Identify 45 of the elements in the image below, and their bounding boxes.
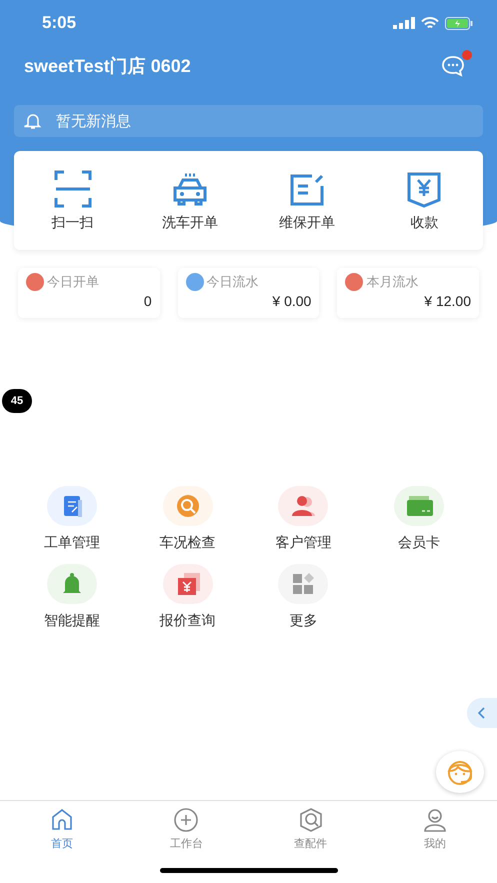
feature-label: 车况检查	[160, 534, 216, 552]
battery-icon	[445, 16, 473, 30]
bell-icon	[24, 112, 42, 130]
tab-item[interactable]: 工作台	[124, 801, 248, 851]
signal-icon	[393, 17, 415, 29]
quick-action[interactable]: 维保开单	[262, 170, 352, 232]
quick-action[interactable]: 收款	[379, 170, 470, 232]
store-title: sweetTest门店 0602	[24, 55, 191, 78]
support-button[interactable]	[436, 751, 484, 793]
feature-label: 报价查询	[160, 612, 216, 630]
feature-label: 客户管理	[275, 534, 332, 552]
message-icon[interactable]	[441, 55, 465, 77]
hexagon-search-icon	[298, 807, 324, 833]
count-badge[interactable]: 45	[2, 389, 32, 413]
feature-label: 智能提醒	[44, 612, 100, 630]
feature-item[interactable]: 客户管理	[246, 486, 362, 552]
feature-label: 工单管理	[44, 534, 100, 552]
scan-icon	[54, 170, 92, 208]
feature-item[interactable]: 车况检查	[130, 486, 246, 552]
status-time: 5:05	[42, 13, 76, 33]
person-icon	[422, 807, 448, 833]
stat-label: 今日流水	[206, 273, 259, 291]
feature-item[interactable]: 报价查询	[130, 564, 246, 630]
feature-label: 更多	[289, 612, 318, 630]
tab-item[interactable]: 我的	[372, 801, 497, 851]
side-tab[interactable]	[467, 698, 497, 728]
feature-item[interactable]: 智能提醒	[14, 564, 130, 630]
feature-item[interactable]: 工单管理	[14, 486, 130, 552]
feature-item[interactable]: 会员卡	[361, 486, 477, 552]
feature-label: 会员卡	[398, 534, 440, 552]
yuan-receipt-icon	[405, 170, 444, 208]
stat-value: ¥ 12.00	[423, 293, 472, 309]
tab-item[interactable]: 查配件	[248, 801, 373, 851]
stat-label: 本月流水	[366, 273, 418, 291]
quick-action[interactable]: 洗车开单	[144, 170, 235, 232]
stat-value: ¥ 0.00	[271, 293, 312, 309]
feature-item[interactable]: 更多	[246, 564, 362, 630]
tab-item[interactable]: 首页	[0, 801, 124, 851]
plus-circle-icon	[173, 807, 200, 833]
quick-action[interactable]: 扫一扫	[28, 170, 118, 232]
stat-value: 0	[142, 293, 152, 309]
notice-text: 暂无新消息	[56, 112, 131, 130]
wifi-icon	[421, 16, 439, 30]
stat-label: 今日开单	[47, 273, 99, 291]
chevron-left-icon	[478, 707, 486, 719]
